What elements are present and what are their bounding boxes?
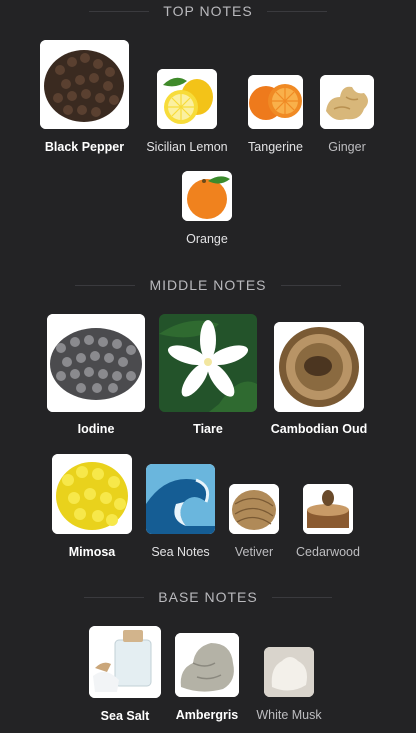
- iodine-icon: [47, 314, 145, 412]
- note-label: Orange: [186, 232, 228, 246]
- divider: [271, 596, 332, 598]
- middle-notes-heading: MIDDLE NOTES: [0, 275, 416, 295]
- note-label: Cedarwood: [296, 545, 360, 559]
- note-cedarwood[interactable]: Cedarwood: [296, 484, 360, 559]
- note-ginger[interactable]: Ginger: [320, 75, 374, 165]
- note-orange[interactable]: Orange: [182, 171, 232, 247]
- note-tiare[interactable]: Tiare: [159, 314, 257, 437]
- note-mimosa[interactable]: Mimosa: [52, 454, 132, 559]
- cedarwood-icon: [303, 484, 353, 534]
- oud-wood-icon: [274, 322, 364, 412]
- black-pepper-icon: [40, 40, 129, 129]
- mimosa-icon: [52, 454, 132, 534]
- divider: [89, 10, 150, 12]
- tiare-flower-icon: [159, 314, 257, 412]
- note-label: Ginger: [328, 140, 366, 154]
- tangerine-icon: [248, 75, 303, 129]
- vetiver-icon: [229, 484, 279, 534]
- ginger-icon: [320, 75, 374, 129]
- note-cambodian-oud[interactable]: Cambodian Oud: [271, 322, 367, 437]
- section-title: MIDDLE NOTES: [149, 277, 267, 293]
- lemon-icon: [157, 69, 217, 129]
- divider: [280, 284, 341, 286]
- note-iodine[interactable]: Iodine: [47, 314, 145, 437]
- white-musk-icon: [264, 647, 314, 697]
- wave-icon: [146, 464, 215, 534]
- divider: [266, 10, 327, 12]
- divider: [84, 596, 145, 598]
- note-black-pepper[interactable]: Black Pepper: [40, 40, 129, 165]
- ambergris-icon: [175, 633, 239, 697]
- note-white-musk[interactable]: White Musk: [256, 647, 322, 726]
- note-label: White Musk: [256, 708, 322, 722]
- section-title: TOP NOTES: [163, 3, 253, 19]
- sea-salt-icon: [89, 626, 161, 698]
- top-notes-heading: TOP NOTES: [0, 1, 416, 21]
- section-title: BASE NOTES: [158, 589, 258, 605]
- orange-icon: [182, 171, 232, 221]
- note-label: Cambodian Oud: [270, 422, 368, 436]
- divider: [75, 284, 136, 286]
- base-notes-heading: BASE NOTES: [0, 587, 416, 607]
